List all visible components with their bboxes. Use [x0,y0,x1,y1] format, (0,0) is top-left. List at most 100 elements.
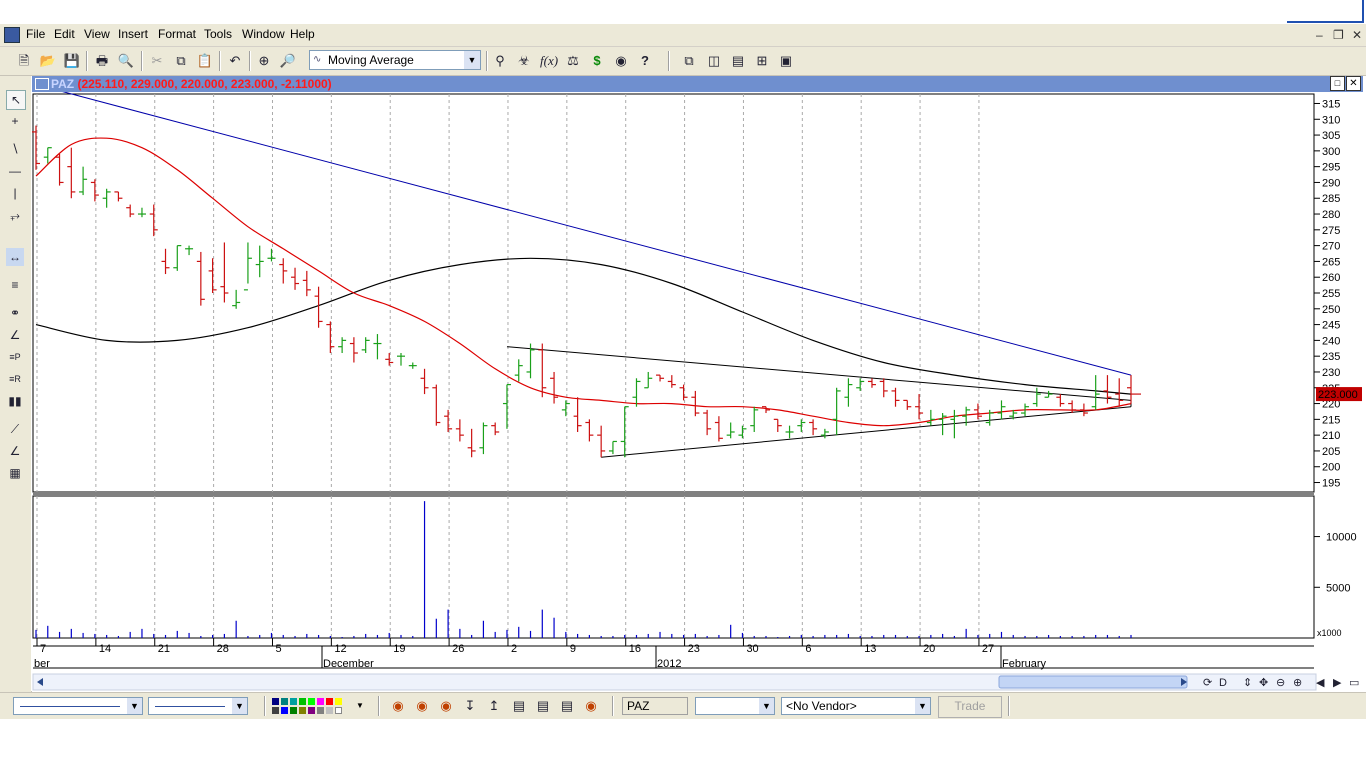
speed-lines-icon[interactable]: ∠ [6,442,24,460]
line-style-select[interactable]: ▼ [13,697,143,715]
circle-tool-icon-2[interactable]: ◉ [413,697,431,715]
arc-icon[interactable]: ⚭ [6,304,24,322]
volume-scale-label: x1000 [1317,628,1342,638]
chevron-down-icon[interactable]: ▼ [464,51,480,69]
date-tick-label: 2 [511,643,517,655]
fibonacci-r-icon[interactable]: ≡R [6,370,24,388]
circle-tool-icon-4[interactable]: ◉ [582,697,600,715]
horizontal-arrows-icon[interactable]: ↔ [6,248,24,266]
cut-icon[interactable]: ✂ [148,52,166,70]
minimize-icon[interactable]: – [1316,28,1323,42]
date-tick-label: 23 [688,643,700,655]
chevron-down-icon[interactable]: ▼ [127,698,142,714]
pan-icon[interactable]: ✥ [1259,677,1268,689]
function-icon[interactable]: f(x) [540,52,558,70]
menu-view[interactable]: View [84,27,110,41]
layout-icon-2[interactable]: ▤ [534,697,552,715]
maximize-icon[interactable]: □ [1330,76,1345,91]
vertical-zoom-icon[interactable]: ⇕ [1243,677,1252,689]
zoom-in-icon[interactable]: ⊕ [1293,677,1302,689]
new-icon[interactable]: 🗎 [15,52,33,70]
top-strip [0,0,1366,24]
price-tick-label: 280 [1322,209,1340,221]
menu-file[interactable]: File [26,27,45,41]
print-icon[interactable]: 🖶 [93,52,111,70]
line-width-select[interactable]: ▼ [148,697,248,715]
wizard-icon[interactable]: ☣ [515,52,533,70]
print-preview-icon[interactable]: 🔍 [117,52,135,70]
price-chart[interactable]: 7 14 21 28 5 12 19 26 2 9 16 23 30 6 13 20 27ber December… [31,92,1366,692]
app-icon[interactable] [4,27,20,43]
trade-button[interactable]: Trade [938,696,1002,718]
close-chart-icon[interactable]: ✕ [1346,76,1361,91]
time-zones-icon[interactable]: ▮▮ [6,392,24,410]
study-select[interactable]: ∿ Moving Average ▼ [309,50,481,70]
grid-tool-icon[interactable]: ▦ [6,464,24,482]
date-tick-label: 28 [217,643,229,655]
help-pointer-icon[interactable]: ? [636,52,654,70]
ray-icon[interactable]: ⟋ [6,420,24,438]
pointer-icon[interactable]: ↖ [6,90,26,110]
volume-panel[interactable] [32,495,1315,639]
close-icon[interactable]: ✕ [1352,28,1362,42]
chevron-down-icon[interactable]: ▼ [232,698,247,714]
open-icon[interactable]: 📂 [39,52,57,70]
toolbar-separator [486,51,488,71]
tile-grid-icon[interactable]: ⊞ [753,52,771,70]
price-tick-label: 295 [1322,162,1340,174]
menu-edit[interactable]: Edit [54,27,75,41]
lock-icon[interactable]: ⚲ [491,52,509,70]
zoom-icon[interactable]: 🔎 [279,52,297,70]
end-icon[interactable]: ▭ [1349,677,1359,689]
crosshair-tool-icon[interactable]: + [6,112,24,130]
tile-vertical-icon[interactable]: ◫ [705,52,723,70]
symbol-field-value: PAZ [627,699,650,713]
scrollbar-thumb[interactable] [998,675,1188,689]
cascade-icon[interactable]: ⧉ [680,52,698,70]
menu-format[interactable]: Format [158,27,196,41]
undo-icon[interactable]: ↶ [226,52,244,70]
palette-dropdown-icon[interactable]: ▼ [356,701,364,710]
scale-icon[interactable]: ⚖ [564,52,582,70]
zoom-out-icon[interactable]: ⊖ [1276,677,1285,689]
layout-icon-3[interactable]: ▤ [558,697,576,715]
layout-icon-1[interactable]: ▤ [510,697,528,715]
line-tool-icon[interactable]: ∖ [6,140,24,158]
menu-window[interactable]: Window [242,27,285,41]
color-palette[interactable] [272,698,354,715]
arrange-icon[interactable]: ▣ [777,52,795,70]
tile-horizontal-icon[interactable]: ▤ [729,52,747,70]
crosshair-icon[interactable]: ⊕ [255,52,273,70]
date-tick-label: 20 [923,643,935,655]
vertical-line-icon[interactable]: | [6,184,24,202]
daily-icon[interactable]: D [1219,677,1227,689]
channel-icon[interactable]: ≡ [6,276,24,294]
refresh-icon[interactable]: ⟳ [1203,677,1212,689]
fibonacci-p-icon[interactable]: ≡P [6,348,24,366]
binoculars-icon[interactable]: ◉ [612,52,630,70]
dollar-icon[interactable]: $ [588,52,606,70]
restore-icon[interactable]: ❐ [1333,28,1344,42]
circle-tool-icon-1[interactable]: ◉ [389,697,407,715]
import-icon[interactable]: ↧ [461,697,479,715]
first-page-icon[interactable]: ◀ [1316,677,1325,689]
copy-icon[interactable]: ⧉ [172,52,190,70]
paste-icon[interactable]: 📋 [196,52,214,70]
menu-insert[interactable]: Insert [118,27,148,41]
export-icon[interactable]: ↥ [485,697,503,715]
trendline-split-icon[interactable]: ⥅ [6,206,24,224]
chevron-down-icon[interactable]: ▼ [915,698,930,714]
save-icon[interactable]: 💾 [63,52,81,70]
date-tick-label: 6 [805,643,811,655]
horizontal-line-icon[interactable]: — [6,162,24,180]
next-page-icon[interactable]: ▶ [1333,677,1342,689]
menu-tools[interactable]: Tools [204,27,232,41]
date-tick-label: 16 [629,643,641,655]
circle-tool-icon-3[interactable]: ◉ [437,697,455,715]
fan-icon[interactable]: ∠ [6,326,24,344]
symbol-field[interactable]: PAZ [622,697,688,715]
period-select[interactable]: ▼ [695,697,775,715]
menu-help[interactable]: Help [290,27,315,41]
chevron-down-icon[interactable]: ▼ [759,698,774,714]
vendor-select[interactable]: <No Vendor> ▼ [781,697,931,715]
